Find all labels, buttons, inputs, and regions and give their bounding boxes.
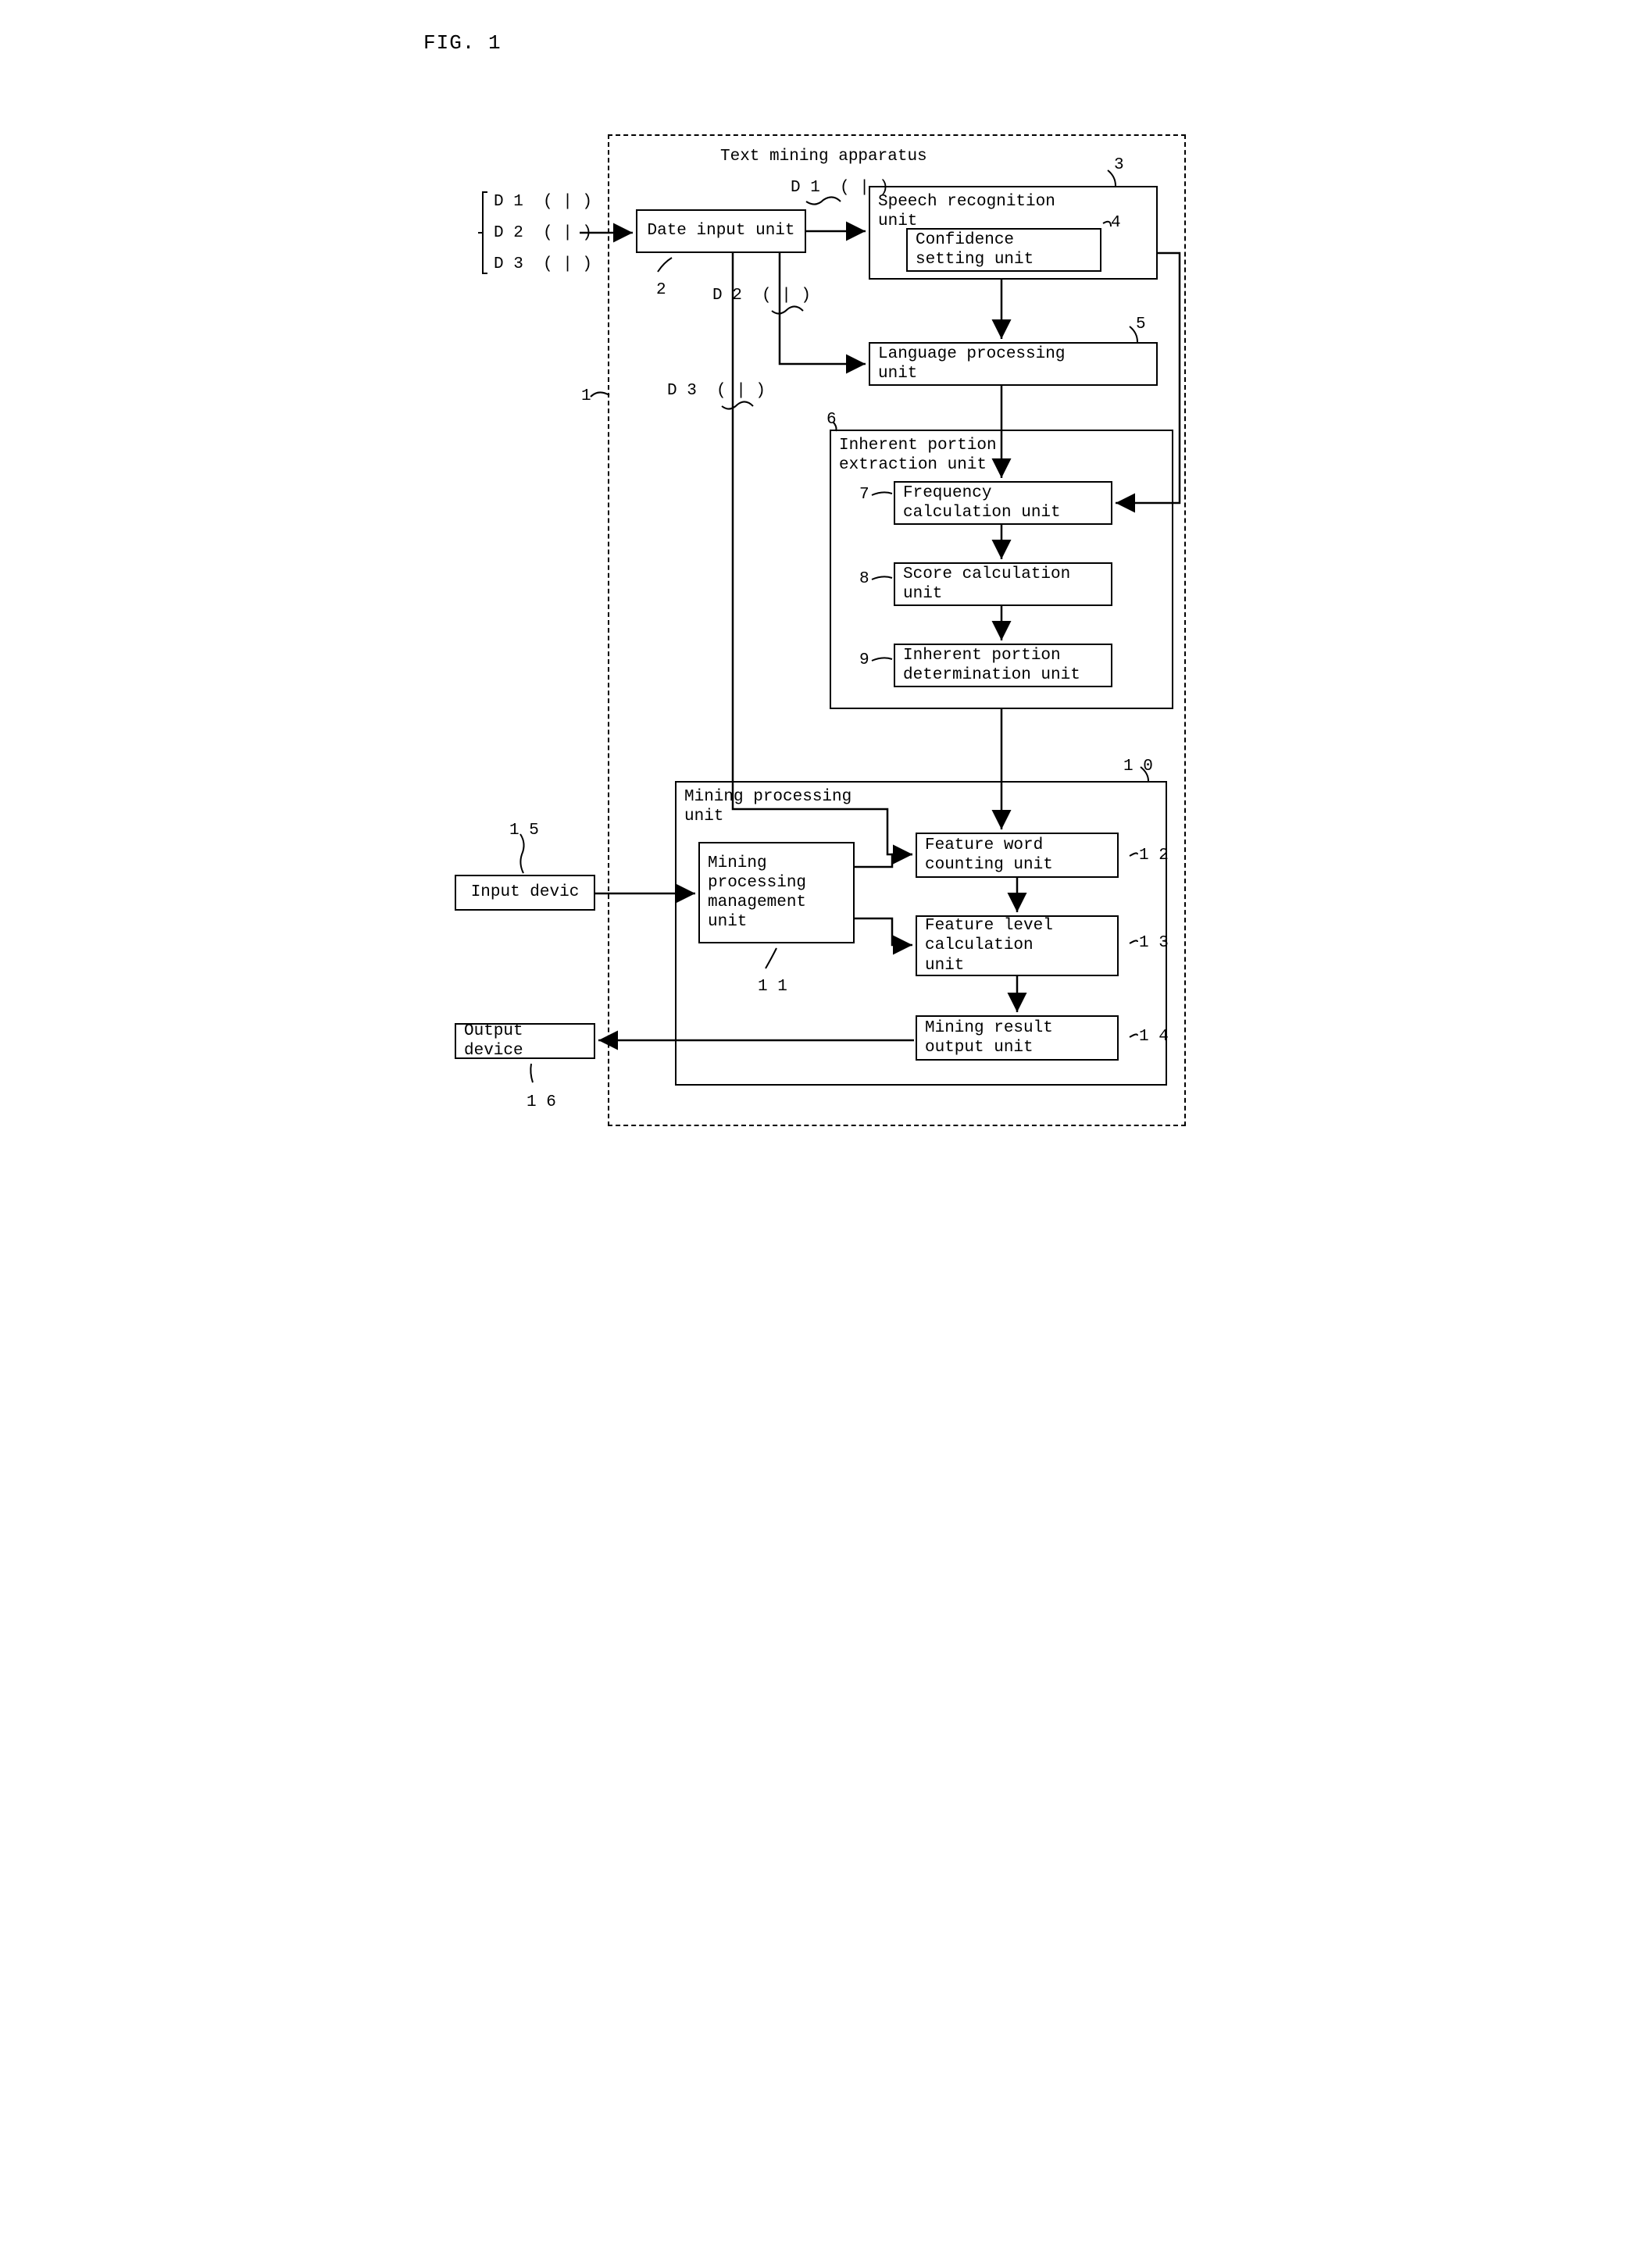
inherent-determination-unit: Inherent portion determination unit: [894, 644, 1112, 687]
data-input-unit: Date input unit: [636, 209, 806, 253]
figure-label: FIG. 1: [423, 31, 1205, 55]
ref-10: 1 0: [1123, 758, 1153, 776]
ref-16: 1 6: [527, 1093, 556, 1111]
mining-management-unit: Mining processing management unit: [698, 842, 855, 943]
ref-11: 1 1: [758, 978, 787, 996]
path-label-d1: D 1 ( | ): [791, 178, 889, 198]
mining-proc-label: Mining processing unit: [684, 787, 851, 826]
inherent-det-label: Inherent portion determination unit: [903, 646, 1080, 685]
input-d3: D 3 ( | ): [494, 255, 592, 274]
diagram-canvas: Text mining apparatus D 1 ( | ) D 2 ( | …: [423, 78, 1205, 1140]
ref-8: 8: [859, 570, 869, 588]
feature-level-unit: Feature level calculation unit: [916, 915, 1119, 976]
ref-6: 6: [826, 411, 837, 429]
output-device-label: Output device: [464, 1022, 586, 1061]
ref-7: 7: [859, 486, 869, 504]
feature-word-label: Feature word counting unit: [925, 836, 1053, 875]
ref-4: 4: [1111, 214, 1121, 232]
data-input-label: Date input unit: [647, 221, 794, 241]
ref-3: 3: [1114, 156, 1124, 174]
input-d2: D 2 ( | ): [494, 223, 592, 243]
freq-calc-label: Frequency calculation unit: [903, 483, 1061, 522]
speech-rec-label: Speech recognition unit: [878, 192, 1055, 231]
confidence-label: Confidence setting unit: [916, 230, 1034, 269]
path-label-d3: D 3 ( | ): [667, 381, 766, 401]
ref-9: 9: [859, 651, 869, 669]
mining-result-label: Mining result output unit: [925, 1018, 1053, 1057]
mining-mgmt-label: Mining processing management unit: [708, 854, 806, 933]
ref-15: 1 5: [509, 822, 539, 840]
input-device-label: Input devic: [471, 883, 580, 902]
ref-5: 5: [1136, 316, 1146, 333]
ref-1: 1: [581, 387, 591, 405]
score-calc-label: Score calculation unit: [903, 565, 1070, 604]
score-calculation-unit: Score calculation unit: [894, 562, 1112, 606]
path-label-d2: D 2 ( | ): [712, 286, 811, 305]
feature-level-label: Feature level calculation unit: [925, 916, 1053, 975]
ref-12: 1 2: [1139, 847, 1169, 865]
mining-result-unit: Mining result output unit: [916, 1015, 1119, 1061]
lang-proc-label: Language processing unit: [878, 344, 1065, 383]
feature-word-unit: Feature word counting unit: [916, 833, 1119, 878]
apparatus-title: Text mining apparatus: [720, 147, 927, 166]
frequency-calculation-unit: Frequency calculation unit: [894, 481, 1112, 525]
language-processing-unit: Language processing unit: [869, 342, 1158, 386]
ref-13: 1 3: [1139, 934, 1169, 952]
inherent-ext-label: Inherent portion extraction unit: [839, 436, 997, 475]
input-d1: D 1 ( | ): [494, 192, 592, 212]
output-device: Output device: [455, 1023, 595, 1059]
ref-14: 1 4: [1139, 1028, 1169, 1046]
input-device: Input devic: [455, 875, 595, 911]
confidence-setting-unit: Confidence setting unit: [906, 228, 1101, 272]
ref-2: 2: [656, 281, 666, 299]
